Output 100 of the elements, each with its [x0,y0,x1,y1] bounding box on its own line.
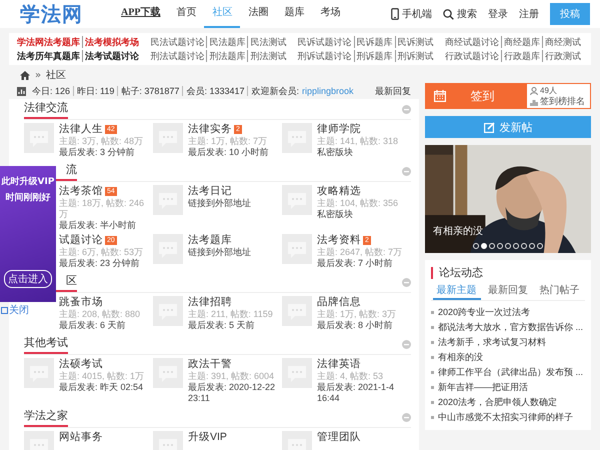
quick-link[interactable]: 民诉测试 [394,36,436,48]
mobile-link[interactable]: 手机端 [402,7,432,21]
forum-link[interactable]: 品牌信息 [317,296,361,309]
quick-link[interactable]: 刑法试题讨论 [150,50,206,62]
welcome-text: 欢迎新会员: [250,86,300,96]
collapse-icon[interactable] [402,340,411,348]
forum-link[interactable]: 网站事务 [59,431,103,444]
quick-link[interactable]: 学法网法考题库 [17,36,82,48]
forum-link[interactable]: 法考资料 [317,234,361,247]
tab[interactable]: 最新主题 [432,283,481,300]
forum-icon[interactable] [153,296,183,326]
forum-link[interactable]: 法硕考试 [59,358,103,371]
quick-link[interactable]: 法考试题讨论 [82,50,141,62]
carousel-dot[interactable] [505,243,511,249]
quick-link[interactable]: 商经试题讨论 [444,36,501,48]
thread-link[interactable]: 都说法考大放水，官方数据告诉你 ... [438,321,584,334]
quick-link[interactable]: 民诉题库 [354,36,395,48]
forum-link[interactable]: 法律招聘 [188,296,232,309]
forum-icon[interactable] [153,358,183,388]
forum-icon[interactable] [282,296,312,326]
close-icon[interactable] [1,306,8,314]
forum-info: 最后发表: 3 分钟前 [59,147,136,158]
forum-icon[interactable] [282,234,312,264]
nav-link[interactable]: 法圈 [240,0,276,28]
carousel-dot[interactable] [529,243,535,249]
nav-link[interactable]: 首页 [168,0,204,28]
quick-link[interactable]: 法考历年真题库 [17,50,82,62]
quick-link[interactable]: 民法题库 [206,36,248,48]
forum-link[interactable]: 法考茶馆 [59,185,103,198]
forum-info: 主题: 2647, 帖数: 7万 [317,247,402,258]
forum-link[interactable]: 法律实务 [188,123,232,136]
quick-link[interactable]: 商经题库 [500,36,542,48]
thread-link[interactable]: 有相亲的没 [438,351,483,364]
site-logo[interactable]: 学法网 [20,0,83,28]
register-link[interactable]: 注册 [519,7,539,21]
forum-link[interactable]: 法考题库 [188,234,232,247]
carousel-dot[interactable] [537,243,543,249]
promo-banner[interactable]: 此时升级VIP 时间刚刚好 点击进入 [0,166,56,302]
quick-link[interactable]: 刑诉试题讨论 [298,50,354,62]
forum-icon[interactable] [282,123,312,153]
forum-icon[interactable] [24,123,54,153]
carousel-dot[interactable] [473,243,479,249]
enter-button[interactable]: 点击进入 [4,270,52,288]
search-icon[interactable] [443,8,454,20]
quick-link[interactable]: 行政题库 [500,50,542,62]
forum-link[interactable]: 跳蚤市场 [59,296,103,309]
quick-link[interactable]: 刑诉测试 [394,50,436,62]
thread-link[interactable]: 法考新手，求考试复习材料 [438,336,546,349]
thread-link[interactable]: 2020法考，合肥申领人数确定 [438,396,558,409]
forum-link[interactable]: 政法干警 [188,358,232,371]
forum-link[interactable]: 管理团队 [317,431,361,444]
quick-link[interactable]: 商经测试 [542,36,583,48]
carousel-dot[interactable] [497,243,503,249]
quick-link[interactable]: 刑诉题库 [354,50,395,62]
nav-link[interactable]: 题库 [276,0,312,28]
forum-icon[interactable] [282,358,312,388]
quick-link[interactable]: 民法试题讨论 [150,36,206,48]
collapse-icon[interactable] [402,278,411,286]
quick-link[interactable]: 民诉试题讨论 [298,36,354,48]
latest-replies-link[interactable]: 最新回复 [375,84,411,98]
home-icon[interactable] [20,70,30,80]
collapse-icon[interactable] [402,412,411,422]
login-link[interactable]: 登录 [488,7,508,21]
thread-link[interactable]: 中山市感觉不太招实习律师的样子 [438,411,573,424]
carousel-dot[interactable] [521,243,527,249]
quick-link[interactable]: 行政试题讨论 [444,50,501,62]
phone-icon[interactable] [391,8,399,20]
quick-link[interactable]: 刑法测试 [247,50,288,62]
forum-link[interactable]: 法考日记 [188,185,232,198]
quick-link[interactable]: 行政测试 [542,50,583,62]
tab[interactable]: 最新回复 [484,283,532,300]
forum-icon[interactable] [282,185,312,215]
nav-link[interactable]: APP下载 [113,0,168,28]
tab[interactable]: 热门帖子 [535,283,584,300]
forum-link[interactable]: 律师学院 [317,123,361,136]
quick-link[interactable]: 法考模拟考场 [82,36,141,48]
collapse-icon[interactable] [402,104,411,114]
close-link[interactable]: 关闭 [9,303,29,317]
thread-link[interactable]: 律师工作平台（武律出品）发布预 ... [438,366,584,379]
quick-link[interactable]: 刑法题库 [206,50,248,62]
checkin-ranking-link[interactable]: 签到榜排名 [540,96,585,107]
forum-link[interactable]: 试题讨论 [59,234,103,247]
forum-link[interactable]: 法律英语 [317,358,361,371]
nav-link[interactable]: 考场 [312,0,348,28]
thread-link[interactable]: 新年吉祥——把证用活 [438,381,528,394]
forum-icon[interactable] [153,234,183,264]
thread-link[interactable]: 2020跨专业一次过法考 [438,306,530,319]
forum-icon[interactable] [24,358,54,388]
forum-link[interactable]: 法律人生 [59,123,103,136]
collapse-icon[interactable] [402,166,411,176]
forum-icon[interactable] [153,123,183,153]
section-title: 学法之家 [24,407,68,427]
carousel-dot[interactable] [513,243,519,249]
carousel-dot[interactable] [489,243,495,249]
search-link[interactable]: 搜索 [457,7,477,21]
quick-link[interactable]: 民法测试 [247,36,288,48]
forum-link[interactable]: 攻略精选 [317,185,361,198]
forum-icon[interactable] [153,185,183,215]
forum-link[interactable]: 升级VIP [188,431,227,444]
breadcrumb-link[interactable]: 社区 [46,68,66,82]
